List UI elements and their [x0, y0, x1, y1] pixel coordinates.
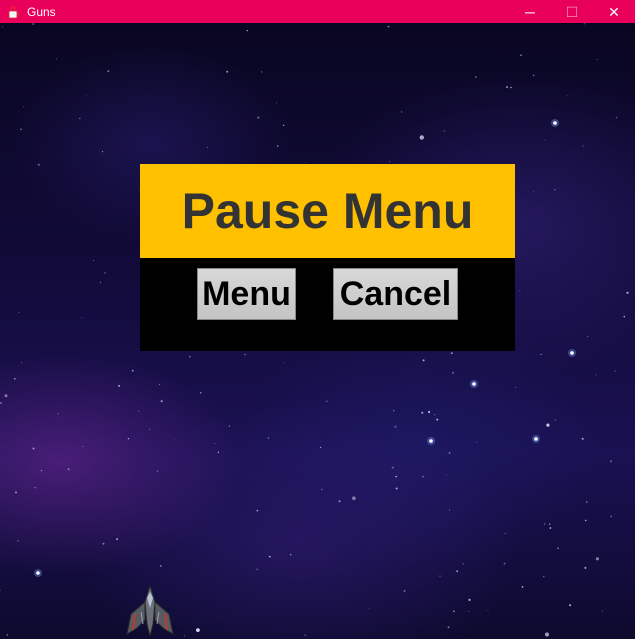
close-button[interactable]: ✕	[593, 0, 635, 23]
cancel-button[interactable]: Cancel	[333, 268, 458, 320]
maximize-icon: ☐	[565, 3, 579, 20]
java-cup-icon	[8, 5, 19, 18]
pause-menu-buttons: Menu Cancel	[140, 258, 515, 351]
maximize-button[interactable]: ☐	[551, 0, 593, 23]
spaceship-icon	[126, 584, 174, 637]
game-window: Guns ─ ☐ ✕ Pause Menu Menu Cancel	[0, 0, 635, 639]
title-bar[interactable]: Guns ─ ☐ ✕	[0, 0, 635, 23]
pause-menu-title: Pause Menu	[140, 164, 515, 258]
minimize-button[interactable]: ─	[509, 0, 551, 23]
menu-button[interactable]: Menu	[197, 268, 296, 320]
close-icon: ✕	[608, 3, 620, 20]
minimize-icon: ─	[525, 3, 535, 20]
window-title: Guns	[27, 4, 56, 19]
game-canvas[interactable]: Pause Menu Menu Cancel	[0, 23, 635, 639]
pause-menu-panel: Pause Menu Menu Cancel	[140, 164, 515, 351]
